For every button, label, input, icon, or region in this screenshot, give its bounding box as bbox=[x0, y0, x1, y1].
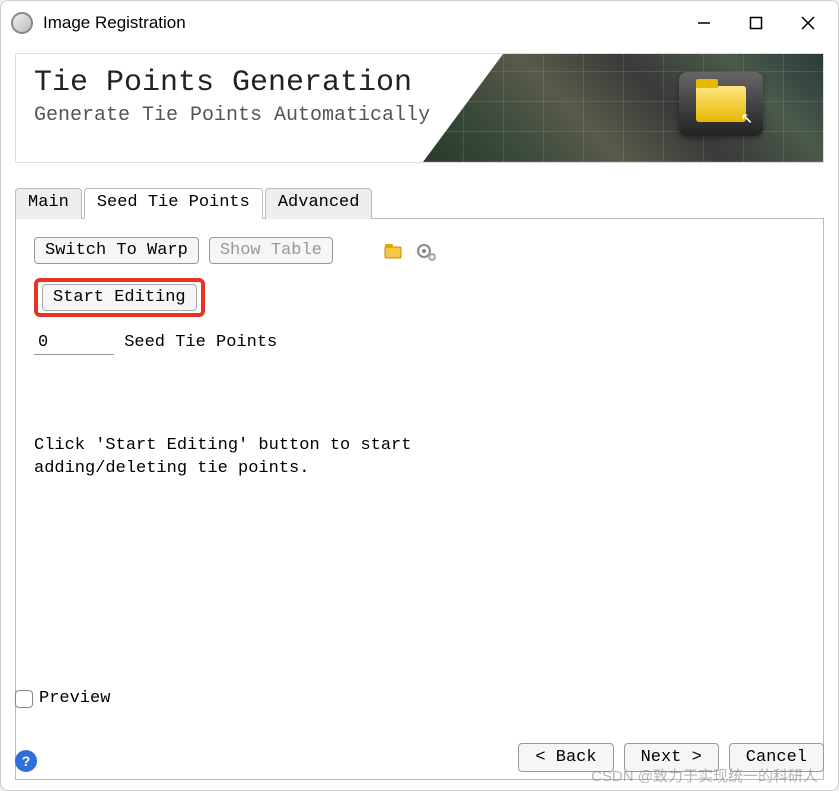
toolbar-row: Switch To Warp Show Table bbox=[34, 237, 805, 264]
seed-count-label: Seed Tie Points bbox=[124, 333, 277, 352]
tab-main[interactable]: Main bbox=[15, 188, 82, 219]
open-folder-badge[interactable]: ↖ bbox=[679, 72, 763, 136]
preview-checkbox[interactable] bbox=[15, 690, 33, 708]
tab-strip: Main Seed Tie Points Advanced bbox=[15, 187, 824, 219]
next-button[interactable]: Next > bbox=[624, 743, 719, 772]
seed-count-input[interactable] bbox=[34, 331, 114, 355]
start-editing-highlight: Start Editing bbox=[34, 278, 205, 317]
start-editing-button[interactable]: Start Editing bbox=[42, 284, 197, 311]
folder-icon bbox=[696, 86, 746, 122]
titlebar: Image Registration bbox=[1, 1, 838, 45]
footer: Preview ? < Back Next > Cancel bbox=[1, 679, 838, 790]
maximize-button[interactable] bbox=[730, 1, 782, 45]
seed-count-row: Seed Tie Points bbox=[34, 331, 805, 355]
cursor-icon: ↖ bbox=[741, 104, 753, 130]
tab-seed-tie-points[interactable]: Seed Tie Points bbox=[84, 188, 263, 219]
preview-checkbox-row[interactable]: Preview bbox=[15, 689, 110, 708]
back-button[interactable]: < Back bbox=[518, 743, 613, 772]
close-icon bbox=[801, 16, 815, 30]
app-window: Image Registration Tie Points Generation… bbox=[0, 0, 839, 791]
minimize-button[interactable] bbox=[678, 1, 730, 45]
app-icon bbox=[11, 12, 33, 34]
tab-advanced[interactable]: Advanced bbox=[265, 188, 373, 219]
help-icon[interactable]: ? bbox=[15, 750, 37, 772]
cancel-button[interactable]: Cancel bbox=[729, 743, 824, 772]
minimize-icon bbox=[697, 16, 711, 30]
header-banner: Tie Points Generation Generate Tie Point… bbox=[15, 53, 824, 163]
preview-label: Preview bbox=[39, 689, 110, 708]
maximize-icon bbox=[749, 16, 763, 30]
switch-to-warp-button[interactable]: Switch To Warp bbox=[34, 237, 199, 264]
open-folder-icon[interactable] bbox=[383, 240, 405, 262]
hint-text: Click 'Start Editing' button to start ad… bbox=[34, 435, 805, 481]
close-button[interactable] bbox=[782, 1, 834, 45]
window-title: Image Registration bbox=[43, 13, 186, 33]
show-table-button[interactable]: Show Table bbox=[209, 237, 333, 264]
nav-buttons: < Back Next > Cancel bbox=[518, 743, 824, 772]
gear-add-icon[interactable] bbox=[415, 240, 437, 262]
